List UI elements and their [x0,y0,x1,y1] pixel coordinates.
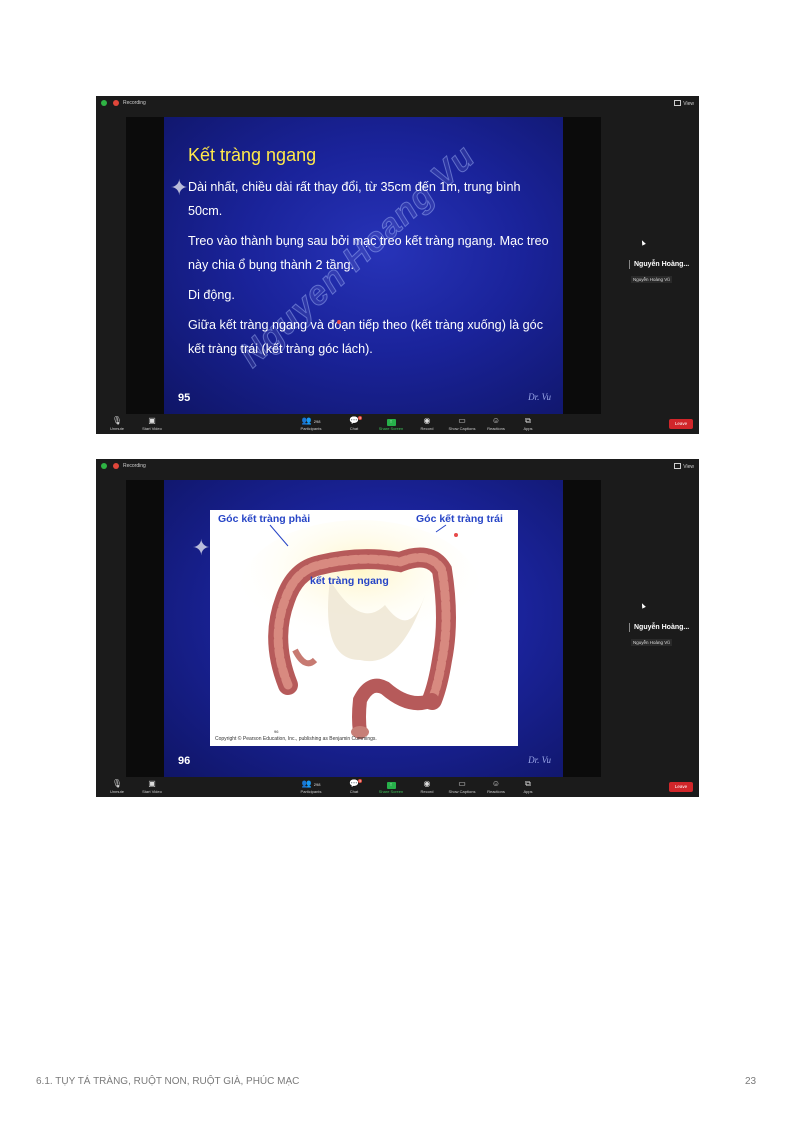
colon-diagram: Góc kết tràng phải Góc kết tràng trái kế… [210,510,518,746]
sparkle-icon: ✦ [170,175,189,200]
unmute-label: Unmute [109,789,124,794]
share-screen-icon: ↑ [386,782,396,789]
share-screen-icon: ↑ [386,419,396,426]
recording-icon [113,100,119,106]
participants-label: Participants [300,426,322,431]
video-off-icon: ▣ [148,416,156,425]
zoom-topbar: Recording View [96,459,699,473]
view-label: View [683,101,694,107]
participant-tag: Nguyễn Hoàng Vũ [631,639,672,646]
record-icon: ◉ [423,416,431,425]
recording-icon [113,463,119,469]
start-video-label: Start Video [142,426,162,431]
view-button[interactable]: View [674,463,694,470]
view-icon [674,463,682,469]
chat-button[interactable]: 💬 6 Chat [334,416,374,431]
participant-name[interactable]: Nguyễn Hoàng... [628,260,689,269]
participant-name[interactable]: Nguyễn Hoàng... [628,623,689,632]
share-screen-label: Share Screen [378,426,404,431]
label-arrows [269,524,447,547]
chapter-footer: 6.1. TỤY TÁ TRÀNG, RUỘT NON, RUỘT GIÀ, P… [36,1076,300,1087]
slide-95: ✦ Nguyen Hoang Vu Kết tràng ngang Dài nh… [164,117,563,414]
record-button[interactable]: ◉ Record [407,779,447,794]
presenter-signature: Dr. Vu [528,755,551,765]
chat-icon: 💬 [349,779,359,788]
apps-button[interactable]: ⧉ Apps [508,779,548,794]
apps-label: Apps [523,426,533,431]
copyright-text: Copyright © Pearson Education, Inc., pub… [215,736,377,742]
participant-tag: Nguyễn Hoàng Vũ [631,276,672,283]
participants-label: Participants [300,789,322,794]
chat-button[interactable]: 💬 6 Chat [334,779,374,794]
shared-screen: ✦ Góc kết tràng phải Góc kết tràng trái … [126,480,601,777]
view-button[interactable]: View [674,100,694,107]
zoom-topbar: Recording View [96,96,699,110]
chat-label: Chat [349,789,359,794]
security-shield-icon [101,100,107,106]
laser-pointer [454,533,458,537]
view-icon [674,100,682,106]
record-label: Record [420,789,434,794]
participants-count: 298 [313,419,321,424]
slide-96: ✦ Góc kết tràng phải Góc kết tràng trái … [164,480,563,777]
mic-muted-icon: 🎙 [111,779,123,788]
shared-screen: ✦ Nguyen Hoang Vu Kết tràng ngang Dài nh… [126,117,601,414]
zoom-toolbar: 🎙 Unmute ▣ Start Video 👥 298 Participant… [96,414,699,434]
slide-bullet: Giữa kết tràng ngang và đoạn tiếp theo (… [188,318,543,356]
slide-number: 96 [178,755,191,767]
slide-bullets: Dài nhất, chiều dài rất thay đổi, từ 35c… [188,175,553,367]
share-screen-button[interactable]: ↑ Share Screen [371,779,411,794]
recording-label: Recording [123,463,146,469]
unmute-button[interactable]: 🎙 Unmute [97,779,137,794]
record-button[interactable]: ◉ Record [407,416,447,431]
participants-icon: 👥 [301,416,312,425]
apps-button[interactable]: ⧉ Apps [508,416,548,431]
chat-label: Chat [349,426,359,431]
zoom-screenshot-1: Recording View ✦ Nguyen Hoang Vu Kết trà… [96,96,699,434]
figure-number: 96 [274,729,279,734]
page-number: 23 [745,1076,757,1087]
mouse-cursor-icon [640,602,646,609]
sparkle-icon: ✦ [192,535,211,560]
mic-muted-icon: 🎙 [111,416,123,425]
slide-bullet: Di động. [188,288,235,302]
security-shield-icon [101,463,107,469]
video-off-icon: ▣ [148,779,156,788]
record-icon: ◉ [423,779,431,788]
laser-pointer [337,320,341,324]
participants-button[interactable]: 👥 298 Participants [291,416,331,431]
presenter-signature: Dr. Vu [528,392,551,402]
chat-icon: 💬 [349,416,359,425]
share-screen-button[interactable]: ↑ Share Screen [371,416,411,431]
apps-icon: ⧉ [525,416,531,425]
zoom-toolbar: 🎙 Unmute ▣ Start Video 👥 298 Participant… [96,777,699,797]
leave-button[interactable]: Leave [669,419,693,429]
participants-icon: 👥 [301,779,312,788]
share-screen-label: Share Screen [378,789,404,794]
apps-label: Apps [523,789,533,794]
participants-button[interactable]: 👥 298 Participants [291,779,331,794]
participants-count: 298 [313,782,321,787]
slide-number: 95 [178,392,191,404]
unmute-button[interactable]: 🎙 Unmute [97,416,137,431]
start-video-label: Start Video [142,789,162,794]
start-video-button[interactable]: ▣ Start Video [132,416,172,431]
mouse-cursor-icon [640,239,646,246]
unmute-label: Unmute [109,426,124,431]
record-label: Record [420,426,434,431]
slide-bullet: Dài nhất, chiều dài rất thay đổi, từ 35c… [188,180,521,218]
view-label: View [683,464,694,470]
start-video-button[interactable]: ▣ Start Video [132,779,172,794]
recording-label: Recording [123,100,146,106]
leave-button[interactable]: Leave [669,782,693,792]
apps-icon: ⧉ [525,779,531,788]
slide-title: Kết tràng ngang [188,145,317,165]
zoom-screenshot-2: Recording View ✦ Góc kết tràng phải Góc … [96,459,699,797]
slide-bullet: Treo vào thành bụng sau bởi mạc treo kết… [188,234,549,272]
